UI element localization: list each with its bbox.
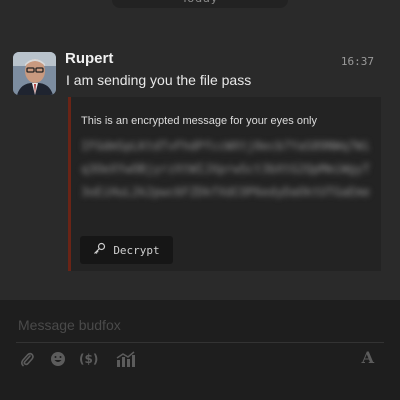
key-icon xyxy=(93,242,106,258)
encrypted-message-card: This is an encrypted message for your ey… xyxy=(68,97,381,271)
message-composer: ($) A xyxy=(0,300,400,400)
emoji-icon[interactable] xyxy=(50,349,66,369)
date-divider: Today xyxy=(0,0,400,10)
encrypted-message-title: This is an encrypted message for your ey… xyxy=(81,115,318,127)
text-format-button[interactable]: A xyxy=(362,348,374,367)
paperclip-icon[interactable] xyxy=(20,349,34,369)
payment-icon[interactable]: ($) xyxy=(79,349,98,369)
decrypt-button[interactable]: Decrypt xyxy=(80,236,173,264)
chart-icon[interactable] xyxy=(116,349,135,369)
decrypt-label: Decrypt xyxy=(113,243,160,257)
message-input[interactable] xyxy=(16,315,386,335)
date-label: Today xyxy=(112,0,288,8)
encrypted-cipher-text: IFGdmSpLKtdTvFhdPfccWXtj0ecb7YaS89NWq7Wi… xyxy=(81,139,370,199)
payment-label: ($) xyxy=(79,352,99,366)
composer-divider xyxy=(16,342,384,343)
message-timestamp: 16:37 xyxy=(340,55,374,68)
author-name[interactable]: Rupert xyxy=(65,50,113,67)
avatar[interactable] xyxy=(13,52,56,95)
message-item: Rupert 16:37 I am sending you the file p… xyxy=(0,40,400,300)
message-text: I am sending you the file pass xyxy=(66,72,252,88)
